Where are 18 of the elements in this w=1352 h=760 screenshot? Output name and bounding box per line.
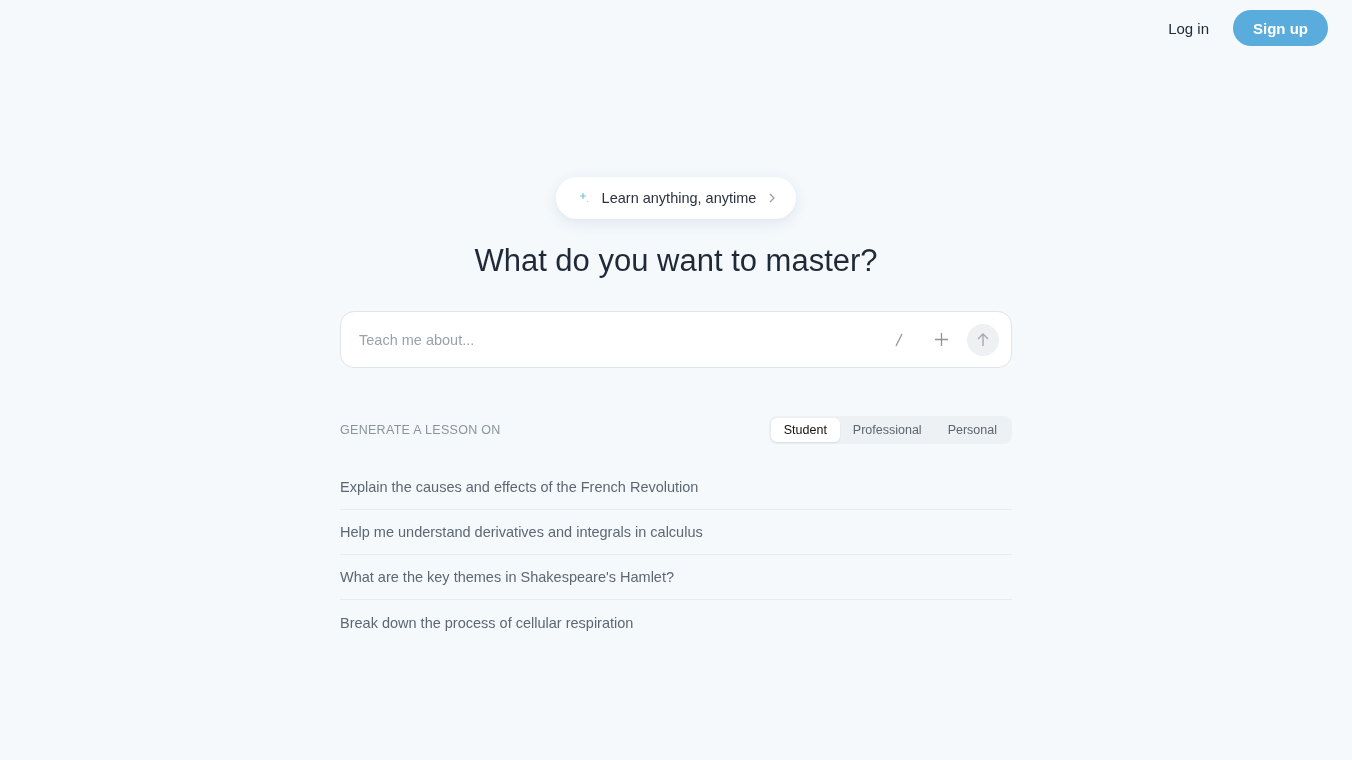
- announcement-pill[interactable]: Learn anything, anytime: [555, 177, 797, 219]
- chevron-right-icon: [768, 193, 777, 203]
- login-link[interactable]: Log in: [1168, 19, 1209, 37]
- suggestion-item[interactable]: Break down the process of cellular respiration: [340, 600, 1012, 645]
- submit-button[interactable]: [967, 323, 999, 356]
- audience-tab[interactable]: Professional: [839, 418, 935, 442]
- section-label: GENERATE A LESSON ON: [340, 423, 501, 437]
- sparkle-icon: [577, 192, 590, 204]
- suggestion-item[interactable]: What are the key themes in Shakespeare's Hamlet?: [340, 555, 1012, 600]
- audience-tab[interactable]: Student: [770, 418, 840, 442]
- audience-tab[interactable]: Personal: [934, 418, 1010, 442]
- page-heading: What do you want to master?: [473, 243, 879, 279]
- plus-icon: [934, 333, 948, 346]
- suggestion-item[interactable]: Explain the causes and effects of the French Revolution: [340, 465, 1012, 510]
- arrow-up-icon: [977, 332, 989, 347]
- slash-icon: [894, 332, 904, 347]
- suggestion-item[interactable]: Help me understand derivatives and integrals in calculus: [340, 510, 1012, 555]
- prompt-input[interactable]: Teach me about...: [357, 330, 873, 349]
